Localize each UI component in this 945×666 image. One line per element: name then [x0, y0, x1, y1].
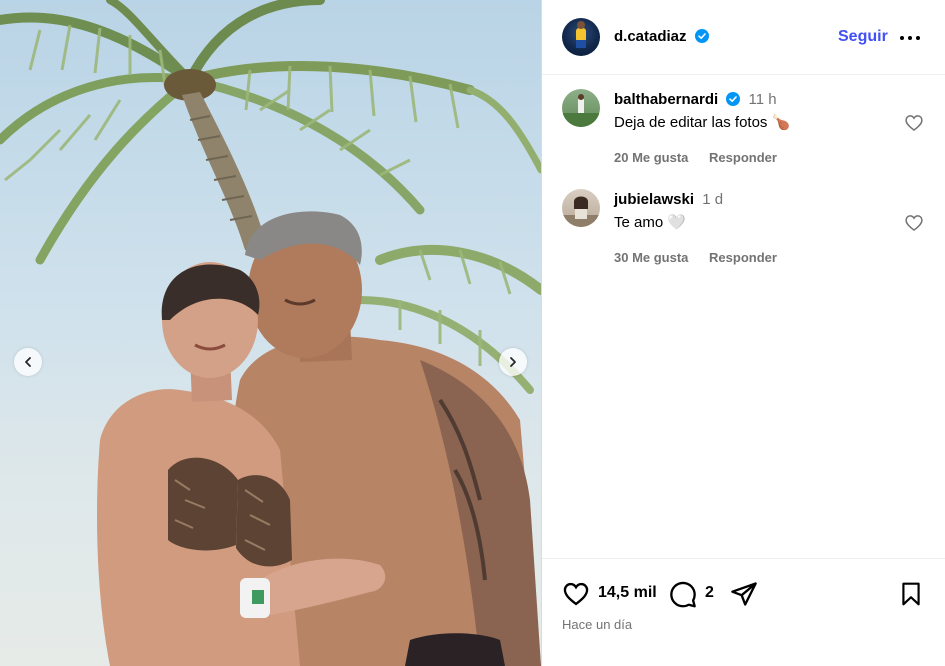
comment-header: jubielawski 1 d [614, 189, 904, 211]
author-info: d.catadiaz [614, 28, 709, 46]
like-count[interactable]: 14,5 mil [598, 584, 657, 602]
commenter-avatar[interactable] [562, 189, 600, 227]
author-username[interactable]: d.catadiaz [614, 28, 687, 45]
commenter-avatar-image [562, 196, 600, 227]
previous-photo-button[interactable] [14, 348, 42, 376]
photo-illustration [0, 0, 541, 666]
heart-icon[interactable] [904, 113, 924, 133]
reply-button[interactable]: Responder [709, 250, 777, 265]
bookmark-icon [902, 582, 920, 606]
chevron-left-icon [25, 357, 31, 367]
verified-icon [726, 92, 741, 106]
post-side-panel: d.catadiaz Seguir balthabernardi 11 h De… [541, 0, 945, 666]
comment-text: Te amo 🤍 [614, 214, 687, 231]
share-icon [731, 582, 757, 606]
comment-body: balthabernardi 11 h Deja de editar las f… [614, 89, 904, 165]
post-header: d.catadiaz Seguir [542, 0, 945, 75]
chevron-right-icon [510, 357, 516, 367]
commenter-avatar-image [562, 94, 600, 127]
comment-username[interactable]: jubielawski [614, 191, 694, 208]
comment-header: balthabernardi 11 h [614, 89, 904, 111]
comment-time[interactable]: 11 h [749, 91, 777, 108]
post-actions: 14,5 mil 2 Hace un día [542, 558, 945, 666]
heart-icon[interactable] [904, 213, 924, 233]
post-photo[interactable] [0, 0, 541, 666]
comment-text: Deja de editar las fotos 🍗 [614, 114, 791, 131]
commenter-avatar[interactable] [562, 89, 600, 127]
comment-username[interactable]: balthabernardi [614, 91, 718, 108]
post-time-ago[interactable]: Hace un día [562, 617, 632, 632]
comment-time[interactable]: 1 d [702, 191, 723, 208]
share-button[interactable] [730, 580, 758, 608]
save-button[interactable] [898, 580, 924, 608]
comment-likes[interactable]: 30 Me gusta [614, 250, 688, 265]
comment-count[interactable]: 2 [705, 584, 714, 602]
comment-body: jubielawski 1 d Te amo 🤍 30 Me gusta Res… [614, 189, 904, 265]
comment-meta: 20 Me gusta Responder [614, 150, 904, 165]
reply-button[interactable]: Responder [709, 150, 777, 165]
comment-icon [670, 581, 696, 608]
comment-likes[interactable]: 20 Me gusta [614, 150, 688, 165]
comment-meta: 30 Me gusta Responder [614, 250, 904, 265]
more-options-button[interactable] [898, 28, 922, 48]
like-button[interactable] [561, 580, 591, 608]
more-icon [900, 36, 920, 40]
next-photo-button[interactable] [499, 348, 527, 376]
follow-button[interactable]: Seguir [838, 28, 888, 46]
author-avatar-image [576, 21, 586, 48]
verified-icon [694, 29, 709, 43]
author-avatar[interactable] [562, 18, 600, 56]
comment-button[interactable] [669, 580, 697, 608]
heart-icon [563, 582, 589, 606]
